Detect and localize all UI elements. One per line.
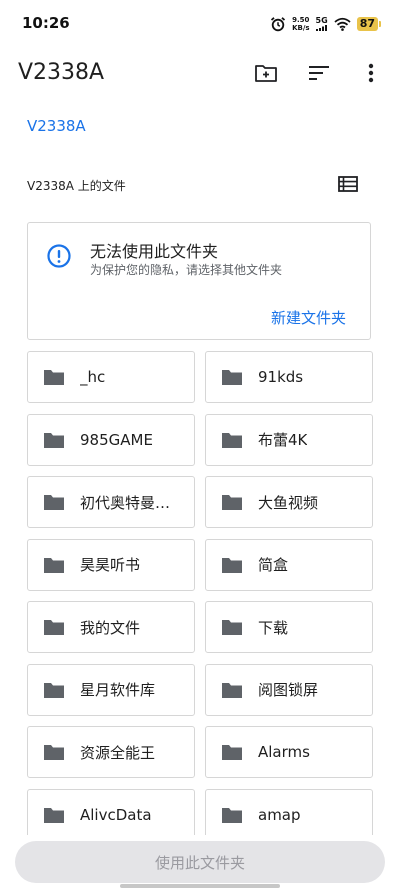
folder-name: 我的文件 xyxy=(80,618,141,637)
folder-name: 初代奥特曼… xyxy=(80,493,171,512)
folder-name: 阅图锁屏 xyxy=(258,681,319,699)
sort-button[interactable] xyxy=(304,58,334,88)
folder-icon xyxy=(44,370,64,385)
folder-tile[interactable]: 我的文件 xyxy=(27,601,195,653)
folder-icon xyxy=(222,370,242,385)
network-indicator: 5G xyxy=(316,17,328,31)
folder-blocked-card: 无法使用此文件夹 为保护您的隐私，请选择其他文件夹 新建文件夹 xyxy=(27,222,371,340)
warning-title: 无法使用此文件夹 xyxy=(90,242,219,261)
wifi-icon xyxy=(334,17,351,31)
folder-name: AlivcData xyxy=(80,805,152,824)
folder-name: amap xyxy=(258,805,301,824)
folder-icon xyxy=(44,682,64,698)
bottom-action-bar: 使用此文件夹 xyxy=(0,835,400,889)
status-icons: 9.50 KB/s 5G 87 xyxy=(270,14,382,34)
folder-icon xyxy=(44,557,64,573)
network-gen: 5G xyxy=(315,16,328,25)
folder-icon xyxy=(222,495,242,510)
folder-tile[interactable]: Alarms xyxy=(205,726,373,778)
folder-name: Alarms xyxy=(258,743,310,761)
folder-name: _hc xyxy=(80,368,106,386)
net-speed-unit: KB/s xyxy=(292,24,310,32)
net-speed: 9.50 KB/s xyxy=(292,16,309,32)
sort-icon xyxy=(309,66,329,80)
folder-icon xyxy=(44,495,64,510)
folder-icon xyxy=(44,432,64,448)
app-title: V2338A xyxy=(18,60,105,85)
warning-subtitle: 为保护您的隐私，请选择其他文件夹 xyxy=(90,263,283,277)
folder-name: 91kds xyxy=(258,368,304,386)
folder-tile[interactable]: 资源全能王 xyxy=(27,726,195,778)
use-this-folder-button[interactable]: 使用此文件夹 xyxy=(15,841,385,883)
folder-name: 简盒 xyxy=(258,556,289,574)
folder-icon xyxy=(44,807,64,823)
status-time: 10:26 xyxy=(22,14,70,32)
list-view-icon xyxy=(338,176,358,192)
folder-tile[interactable]: 昊昊听书 xyxy=(27,538,195,591)
folder-tile[interactable]: _hc xyxy=(27,351,195,403)
folder-icon xyxy=(222,807,242,823)
folder-tile[interactable]: 985GAME xyxy=(27,413,195,466)
folder-name: 昊昊听书 xyxy=(80,556,141,574)
folder-tile[interactable]: 下载 xyxy=(205,601,373,653)
folder-tile[interactable]: 阅图锁屏 xyxy=(205,663,373,716)
folder-name: 资源全能王 xyxy=(80,743,156,762)
signal-bars-icon xyxy=(315,25,327,31)
breadcrumb[interactable]: V2338A xyxy=(27,117,86,135)
folder-name: 大鱼视频 xyxy=(258,493,319,512)
folder-name: 布蕾4K xyxy=(258,431,308,449)
info-icon xyxy=(46,243,72,273)
list-view-toggle[interactable] xyxy=(336,172,360,196)
folder-icon xyxy=(222,432,242,448)
folder-tile[interactable]: 大鱼视频 xyxy=(205,476,373,528)
folder-icon xyxy=(44,745,64,760)
folder-name: 下载 xyxy=(258,618,289,637)
folder-name: 985GAME xyxy=(80,430,153,449)
folder-icon xyxy=(222,745,242,760)
more-options-button[interactable] xyxy=(356,58,386,88)
home-indicator[interactable] xyxy=(120,884,280,888)
folder-icon xyxy=(44,620,64,635)
folder-tile[interactable]: amap xyxy=(205,788,373,835)
folder-tile[interactable]: AlivcData xyxy=(27,788,195,835)
status-bar: 10:26 9.50 KB/s 5G 87 xyxy=(0,0,400,48)
folder-tile[interactable]: 星月软件库 xyxy=(27,663,195,716)
folder-tile[interactable]: 布蕾4K xyxy=(205,413,373,466)
folder-icon xyxy=(222,557,242,573)
folder-grid: _hc 91kds 985GAME 布蕾4K 初代奥特曼… 大鱼视频 昊昊听书 … xyxy=(27,351,373,835)
section-title: V2338A 上的文件 xyxy=(27,179,126,193)
new-folder-icon xyxy=(255,65,277,82)
folder-icon xyxy=(222,620,242,635)
create-folder-button[interactable]: 新建文件夹 xyxy=(271,307,346,328)
more-vert-icon xyxy=(368,63,374,83)
folder-name: 星月软件库 xyxy=(80,681,156,699)
folder-tile[interactable]: 初代奥特曼… xyxy=(27,476,195,528)
folder-tile[interactable]: 91kds xyxy=(205,351,373,403)
folder-icon xyxy=(222,682,242,698)
alarm-clock-icon xyxy=(270,16,286,32)
folder-tile[interactable]: 简盒 xyxy=(205,538,373,591)
net-speed-value: 9.50 xyxy=(292,16,310,24)
app-bar: V2338A xyxy=(0,48,400,98)
battery-indicator: 87 xyxy=(356,17,382,31)
new-folder-button[interactable] xyxy=(251,58,281,88)
